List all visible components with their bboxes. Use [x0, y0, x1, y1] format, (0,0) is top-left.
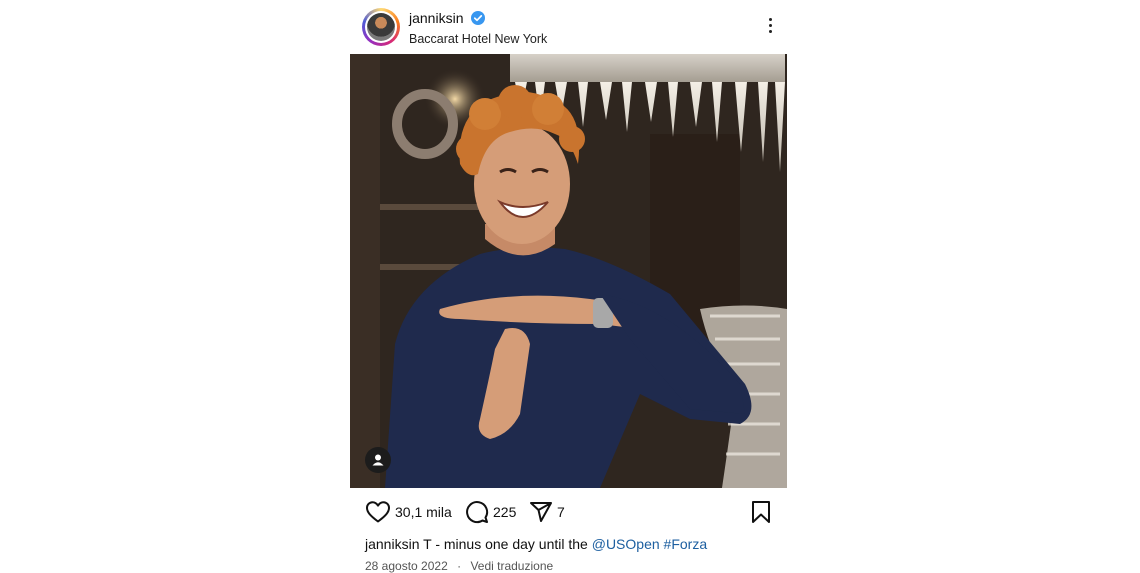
like-icon: [366, 501, 390, 523]
post-meta: 28 agosto 2022 · Vedi traduzione: [365, 559, 553, 573]
instagram-post: janniksin Baccarat Hotel New York 30,1 m…: [350, 0, 787, 573]
like-count[interactable]: 30,1 mila: [395, 504, 452, 520]
post-date[interactable]: 28 agosto 2022: [365, 559, 448, 573]
verified-icon: [471, 11, 485, 25]
comment-button[interactable]: 225: [465, 496, 516, 528]
save-icon: [752, 501, 770, 523]
comment-count: 225: [493, 504, 517, 520]
share-icon: [530, 502, 552, 522]
share-count: 7: [557, 504, 565, 520]
user-tag-icon: [372, 454, 384, 466]
comment-icon: [466, 501, 489, 524]
post-photo[interactable]: [350, 54, 787, 488]
caption-hashtag[interactable]: #Forza: [664, 536, 708, 552]
location-link[interactable]: Baccarat Hotel New York: [409, 32, 547, 46]
username-link[interactable]: janniksin: [409, 10, 463, 26]
caption-text: T - minus one day until the: [423, 536, 588, 552]
more-options-icon[interactable]: [767, 18, 773, 36]
avatar-image: [367, 13, 395, 41]
user-tag-button[interactable]: [365, 447, 391, 473]
avatar[interactable]: [362, 8, 400, 46]
share-button[interactable]: 7: [529, 496, 565, 528]
like-button[interactable]: 30,1 mila: [365, 496, 452, 528]
save-button[interactable]: [750, 496, 772, 528]
see-translation-link[interactable]: Vedi traduzione: [470, 559, 553, 573]
meta-separator: ·: [457, 559, 462, 573]
post-header: janniksin Baccarat Hotel New York: [350, 0, 787, 54]
caption-mention[interactable]: @USOpen: [592, 536, 660, 552]
caption-username[interactable]: janniksin: [365, 536, 419, 552]
post-caption: janniksin T - minus one day until the @U…: [365, 536, 707, 552]
photo-illustration: [350, 54, 787, 488]
post-actions: 30,1 mila 225 7: [350, 496, 787, 528]
